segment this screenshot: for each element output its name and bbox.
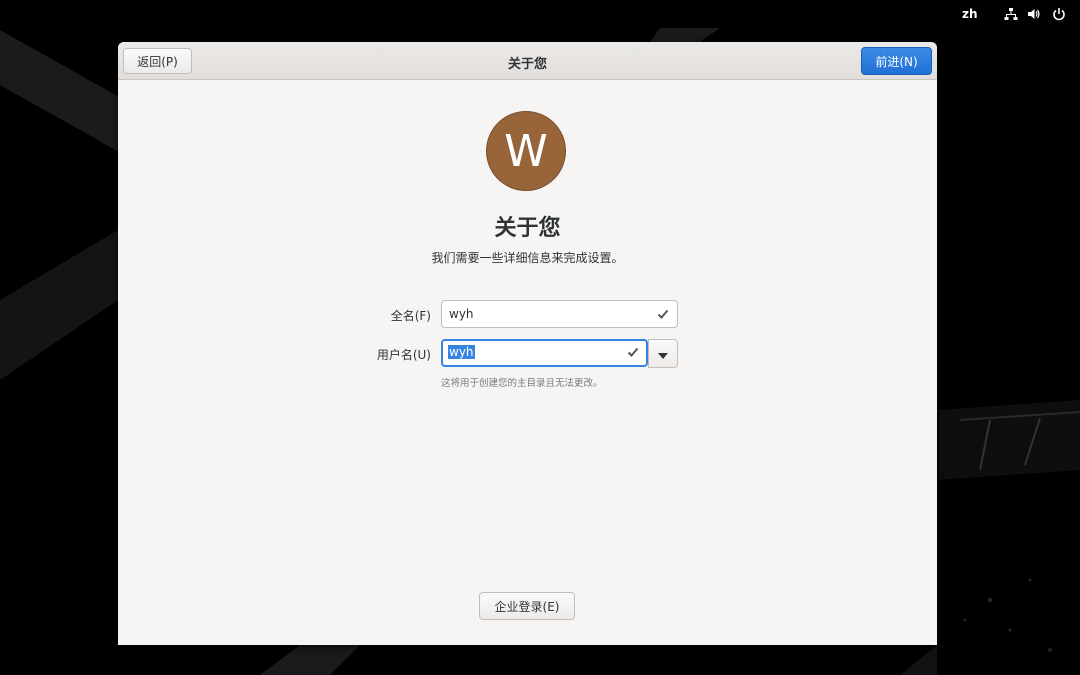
username-hint: 这将用于创建您的主目录且无法更改。 [441, 378, 603, 389]
network-icon[interactable] [1004, 7, 1018, 21]
fullname-label: 全名(F) [390, 309, 431, 323]
avatar-initial: W [504, 125, 548, 177]
setup-window: 返回(P) 关于您 前进(N) W 关于您 我们需要一些详细信息来完成设置。 全… [118, 42, 937, 645]
enterprise-login-button[interactable]: 企业登录(E) [479, 592, 575, 620]
check-icon [657, 308, 669, 320]
volume-icon[interactable] [1027, 7, 1041, 21]
window-title: 关于您 [507, 57, 547, 72]
username-value: wyh [448, 345, 475, 359]
language-indicator[interactable]: zh [962, 7, 978, 21]
header-bar: 返回(P) 关于您 前进(N) [118, 42, 937, 80]
username-dropdown-button[interactable] [648, 339, 678, 368]
username-field[interactable]: wyh [441, 339, 648, 367]
avatar[interactable]: W [486, 111, 566, 191]
username-label: 用户名(U) [376, 348, 431, 362]
next-button[interactable]: 前进(N) [861, 47, 932, 75]
fullname-field[interactable]: wyh [441, 300, 678, 328]
power-icon[interactable] [1052, 7, 1066, 21]
page-title: 关于您 [494, 216, 561, 241]
top-bar: zh [0, 0, 1080, 28]
chevron-down-icon [658, 344, 668, 363]
page-subtitle: 我们需要一些详细信息来完成设置。 [431, 251, 624, 265]
fullname-value: wyh [449, 307, 474, 321]
check-icon [627, 346, 639, 358]
